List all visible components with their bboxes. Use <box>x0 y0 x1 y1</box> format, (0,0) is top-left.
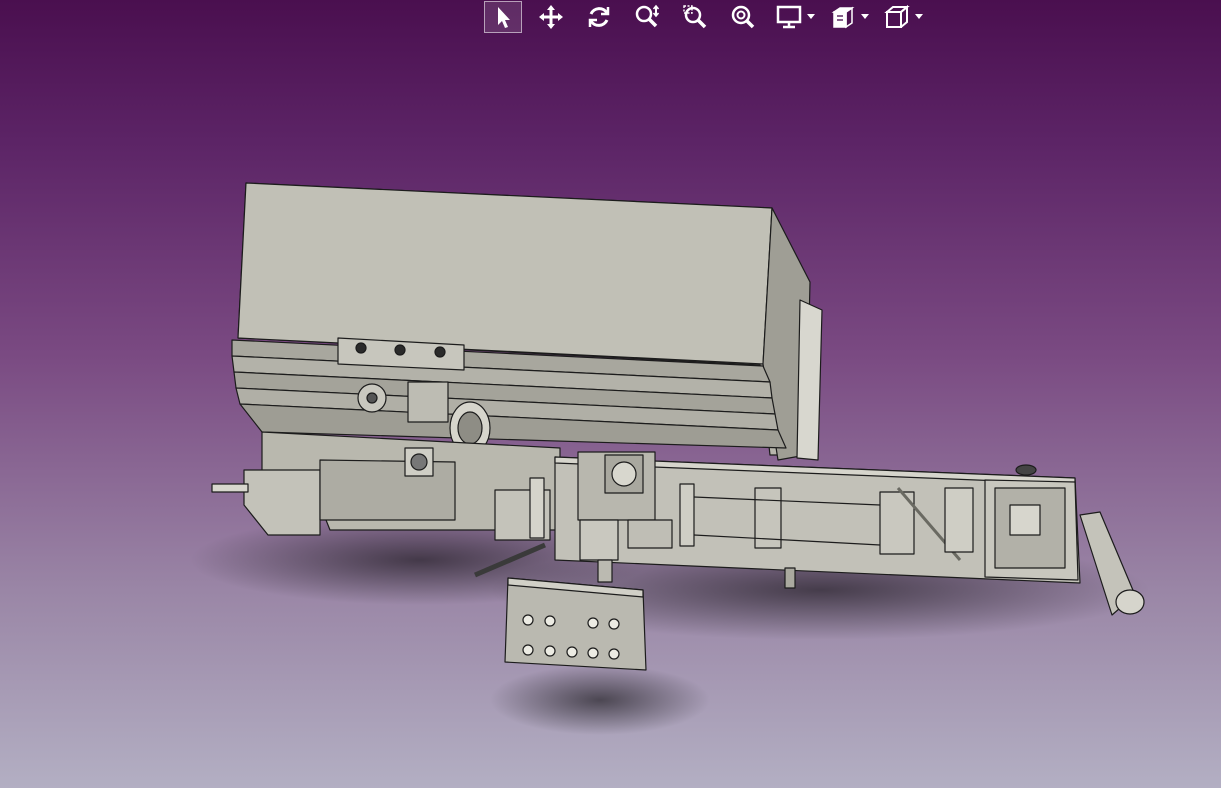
select-button[interactable] <box>484 1 522 33</box>
chevron-down-icon <box>861 14 869 19</box>
chevron-down-icon <box>915 14 923 19</box>
display-mode-group <box>772 1 816 33</box>
rotate-button[interactable] <box>580 1 618 33</box>
pan-move-icon <box>539 5 563 29</box>
view-box-icon <box>831 6 855 29</box>
pan-button[interactable] <box>532 1 570 33</box>
view-cube-button[interactable] <box>826 1 860 33</box>
view-cube-dropdown[interactable] <box>860 1 870 33</box>
box-view-group <box>880 1 924 33</box>
view-cube-group <box>826 1 870 33</box>
zoom-fit-button[interactable] <box>724 1 762 33</box>
zoom-icon <box>635 4 660 28</box>
display-mode-button[interactable] <box>772 1 806 33</box>
cube-icon <box>884 4 910 28</box>
box-view-dropdown[interactable] <box>914 1 924 33</box>
3d-viewport[interactable] <box>0 0 1221 788</box>
rotate-icon <box>588 7 610 27</box>
zoom-fit-icon <box>731 5 755 29</box>
monitor-icon <box>776 5 802 29</box>
view-toolbar <box>484 0 934 34</box>
zoom-area-icon <box>683 5 707 29</box>
box-view-button[interactable] <box>880 1 914 33</box>
zoom-button[interactable] <box>628 1 666 33</box>
chevron-down-icon <box>807 14 815 19</box>
zoom-area-button[interactable] <box>676 1 714 33</box>
cursor-icon <box>498 7 510 28</box>
display-mode-dropdown[interactable] <box>806 1 816 33</box>
